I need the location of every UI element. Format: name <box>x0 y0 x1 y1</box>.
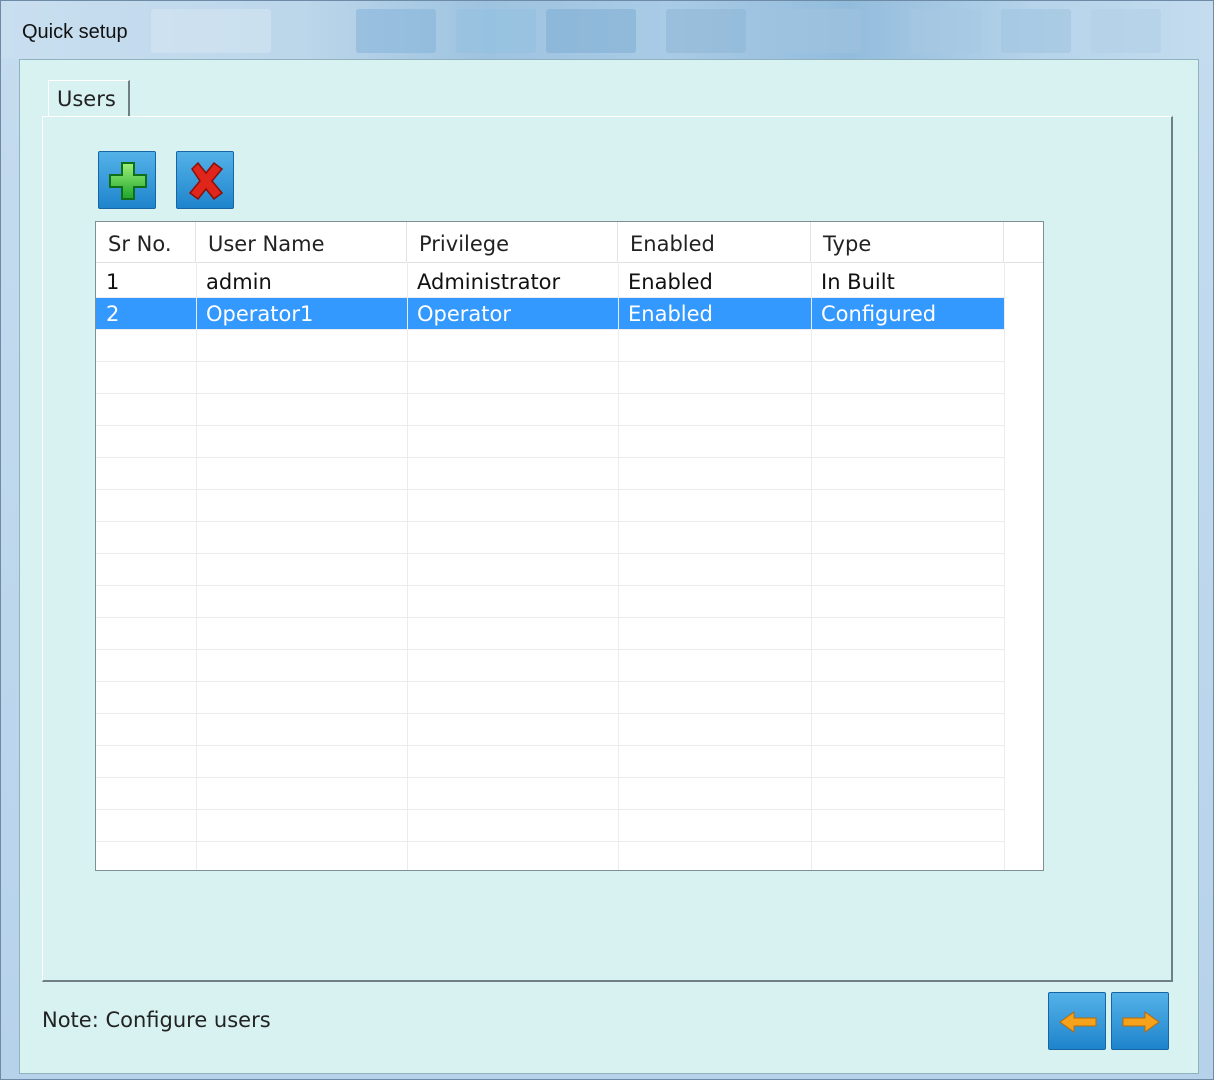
column-divider <box>811 262 812 870</box>
next-button[interactable] <box>1111 992 1169 1050</box>
title-bar-decoration <box>356 9 436 53</box>
empty-table-row <box>96 394 1004 426</box>
window-title: Quick setup <box>22 21 128 43</box>
column-header-type[interactable]: Type <box>811 222 1004 262</box>
empty-table-row <box>96 618 1004 650</box>
empty-table-row <box>96 362 1004 394</box>
table-header: Sr No. User Name Privilege Enabled Type <box>96 222 1043 263</box>
users-table: Sr No. User Name Privilege Enabled Type … <box>95 221 1044 871</box>
users-tab-panel: Sr No. User Name Privilege Enabled Type … <box>42 116 1173 982</box>
empty-table-row <box>96 490 1004 522</box>
column-divider <box>1004 262 1005 870</box>
empty-table-row <box>96 714 1004 746</box>
empty-table-row <box>96 586 1004 618</box>
quick-setup-window: Quick setup Users Sr No. User Name Privi… <box>0 0 1214 1080</box>
table-row-selected[interactable]: 2 Operator1 Operator Enabled Configured <box>96 298 1004 330</box>
empty-table-row <box>96 458 1004 490</box>
column-header-enabled[interactable]: Enabled <box>618 222 811 262</box>
tab-users-label: Users <box>57 87 116 111</box>
cell-privilege: Administrator <box>417 270 561 294</box>
column-header-privilege[interactable]: Privilege <box>407 222 618 262</box>
column-header-user-name[interactable]: User Name <box>196 222 407 262</box>
title-bar[interactable]: Quick setup <box>1 1 1213 59</box>
cell-user-name: Operator1 <box>206 302 314 326</box>
tab-users[interactable]: Users <box>48 80 130 116</box>
empty-table-row <box>96 330 1004 362</box>
title-bar-decoration <box>781 9 861 53</box>
cell-enabled: Enabled <box>628 302 713 326</box>
empty-table-row <box>96 842 1004 870</box>
empty-table-row <box>96 426 1004 458</box>
title-bar-decoration <box>456 9 536 53</box>
cell-sr-no: 1 <box>106 270 120 294</box>
empty-table-row <box>96 778 1004 810</box>
cell-privilege: Operator <box>417 302 511 326</box>
cell-type: Configured <box>821 302 937 326</box>
cell-sr-no: 2 <box>106 302 120 326</box>
cell-user-name: admin <box>206 270 272 294</box>
cell-enabled: Enabled <box>628 270 713 294</box>
title-bar-decoration <box>1001 9 1071 53</box>
red-x-icon <box>188 161 224 201</box>
add-user-button[interactable] <box>98 151 156 209</box>
back-button[interactable] <box>1048 992 1106 1050</box>
table-row[interactable]: 1 admin Administrator Enabled In Built <box>96 266 1004 298</box>
title-bar-decoration <box>911 9 981 53</box>
column-divider <box>618 262 619 870</box>
title-bar-decoration <box>546 9 636 53</box>
empty-table-row <box>96 522 1004 554</box>
title-bar-decoration <box>151 9 271 53</box>
title-bar-decoration <box>1091 9 1161 53</box>
empty-table-row <box>96 746 1004 778</box>
empty-table-row <box>96 810 1004 842</box>
empty-table-row <box>96 682 1004 714</box>
arrow-right-icon <box>1122 1011 1160 1033</box>
cell-type: In Built <box>821 270 895 294</box>
title-bar-decoration <box>666 9 746 53</box>
column-divider <box>407 262 408 870</box>
footer-note: Note: Configure users <box>42 1008 271 1032</box>
column-divider <box>196 262 197 870</box>
dialog-body: Users Sr No. User Name Privilege Enabled… <box>19 59 1199 1074</box>
column-header-sr-no[interactable]: Sr No. <box>96 222 196 262</box>
empty-table-row <box>96 554 1004 586</box>
plus-icon <box>109 162 147 200</box>
empty-table-row <box>96 650 1004 682</box>
delete-user-button[interactable] <box>176 151 234 209</box>
arrow-left-icon <box>1059 1011 1097 1033</box>
